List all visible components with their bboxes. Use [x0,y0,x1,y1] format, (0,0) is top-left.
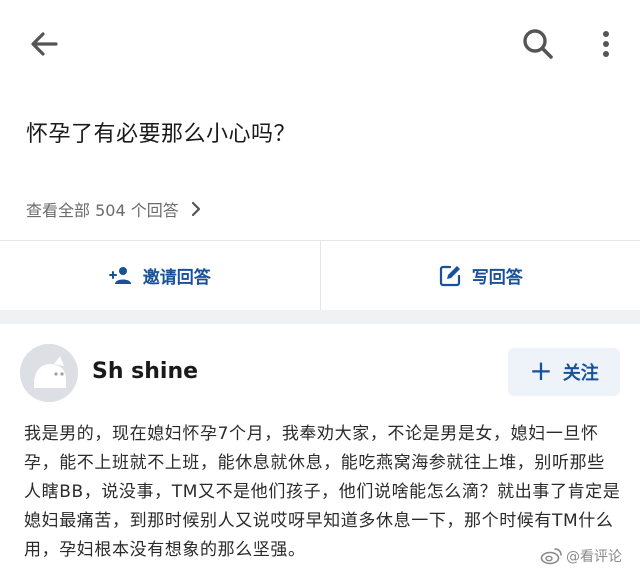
write-answer-label: 写回答 [471,268,523,288]
more-vertical-icon[interactable] [592,26,620,62]
author-row: Sh shine + 关注 [0,324,640,414]
invite-answer-label: 邀请回答 [142,268,211,288]
default-avatar-icon [20,344,78,402]
avatar[interactable] [20,344,78,402]
watermark: @看评论 [540,546,622,566]
section-divider [0,310,640,324]
edit-icon [439,265,460,286]
follow-button[interactable]: + 关注 [508,348,620,396]
weibo-icon [540,548,562,565]
chevron-right-icon [191,201,200,217]
back-arrow-icon[interactable] [26,26,62,62]
search-icon[interactable] [520,26,556,62]
write-answer-button[interactable]: 写回答 [319,241,640,310]
answer-body[interactable]: 我是男的，现在媳妇怀孕7个月，我奉劝大家，不论是男是女，媳妇一旦怀孕，能不上班就… [24,420,622,565]
watermark-text: @看评论 [566,549,622,565]
action-bar: 邀请回答 写回答 [0,240,640,310]
top-bar [0,0,640,90]
view-all-answers-link[interactable]: 查看全部 504 个回答 [26,196,203,222]
question-title: 怀孕了有必要那么小心吗？ [26,122,297,147]
plus-icon: + [529,353,553,387]
invite-answer-button[interactable]: 邀请回答 [0,241,320,310]
follow-label: 关注 [562,363,599,384]
invite-user-icon [108,266,131,284]
author-name[interactable]: Sh shine [92,359,198,384]
view-all-answers-label: 查看全部 504 个回答 [26,201,179,220]
